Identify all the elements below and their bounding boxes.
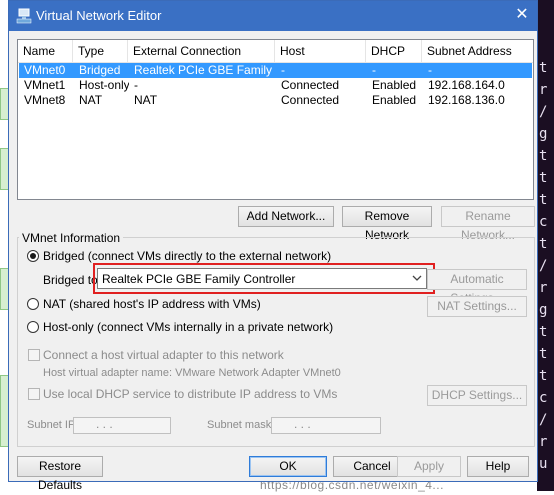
group-title: VMnet Information bbox=[19, 231, 124, 245]
column-header-external-connection[interactable]: External Connection bbox=[128, 40, 275, 62]
background-terminal: t r / g t t t c t / r g t t t c / r u bbox=[537, 0, 554, 491]
background-glyph: t bbox=[539, 170, 548, 186]
background-glyph: r bbox=[539, 434, 548, 450]
column-header-host-connection[interactable]: Host Connection bbox=[275, 40, 366, 80]
cell-host-connection: Connected bbox=[281, 93, 340, 107]
cell-subnet-address: - bbox=[428, 63, 432, 77]
apply-button[interactable]: Apply bbox=[397, 456, 461, 477]
background-glyph: t bbox=[539, 324, 548, 340]
dhcp-settings-button[interactable]: DHCP Settings... bbox=[427, 385, 527, 406]
cell-type: NAT bbox=[79, 93, 103, 107]
remove-network-button[interactable]: Remove Network bbox=[342, 206, 432, 242]
adapter-name-label: Host virtual adapter name: VMware Networ… bbox=[43, 367, 341, 379]
background-glyph: / bbox=[539, 258, 548, 274]
nat-settings-button[interactable]: NAT Settings... bbox=[427, 296, 527, 317]
background-glyph: g bbox=[539, 126, 548, 142]
connect-adapter-label[interactable]: Connect a host virtual adapter to this n… bbox=[43, 348, 284, 362]
table-row[interactable]: VMnet8 NAT NAT Connected Enabled 192.168… bbox=[19, 93, 532, 108]
cell-external-connection: - bbox=[134, 78, 138, 92]
cell-external-connection: Realtek PCIe GBE Family Co... bbox=[134, 63, 276, 77]
cell-name: VMnet1 bbox=[24, 78, 66, 92]
cell-subnet-address: 192.168.136.0 bbox=[428, 93, 505, 107]
cell-name: VMnet8 bbox=[24, 93, 66, 107]
background-glyph: / bbox=[539, 104, 548, 120]
bridged-radio[interactable] bbox=[27, 250, 39, 262]
cell-dhcp: - bbox=[372, 63, 376, 77]
cell-dhcp: Enabled bbox=[372, 78, 417, 92]
automatic-settings-button[interactable]: Automatic Settings... bbox=[427, 269, 527, 305]
background-glyph: r bbox=[539, 280, 548, 296]
cell-type: Host-only bbox=[79, 78, 129, 92]
annotation-highlight-box bbox=[93, 263, 435, 294]
background-glyph: r bbox=[539, 82, 548, 98]
column-header-type[interactable]: Type bbox=[73, 40, 128, 62]
background-glyph: t bbox=[539, 60, 548, 76]
nat-label[interactable]: NAT (shared host's IP address with VMs) bbox=[43, 297, 261, 311]
table-row[interactable]: VMnet0 Bridged Realtek PCIe GBE Family C… bbox=[19, 63, 532, 78]
vmware-network-icon bbox=[16, 8, 32, 24]
list-header: Name Type External Connection Host Conne… bbox=[18, 40, 533, 80]
connect-adapter-checkbox[interactable] bbox=[28, 349, 40, 361]
background-glyph: g bbox=[539, 302, 548, 318]
host-only-label[interactable]: Host-only (connect VMs internally in a p… bbox=[43, 320, 333, 334]
background-glyph: c bbox=[539, 390, 548, 406]
subnet-ip-label: Subnet IP: bbox=[27, 419, 79, 431]
host-only-radio[interactable] bbox=[27, 321, 39, 333]
background-glyph: / bbox=[539, 412, 548, 428]
background-glyph: t bbox=[539, 368, 548, 384]
column-header-dhcp[interactable]: DHCP bbox=[366, 40, 422, 62]
title-bar[interactable]: Virtual Network Editor ✕ bbox=[9, 1, 537, 31]
cell-dhcp: Enabled bbox=[372, 93, 417, 107]
close-icon[interactable]: ✕ bbox=[511, 5, 533, 25]
bridged-label[interactable]: Bridged (connect VMs directly to the ext… bbox=[43, 249, 331, 263]
virtual-network-editor-dialog: Virtual Network Editor ✕ Name Type Exter… bbox=[8, 0, 538, 492]
add-network-button[interactable]: Add Network... bbox=[238, 206, 334, 227]
cell-subnet-address: 192.168.164.0 bbox=[428, 78, 505, 92]
rename-network-button[interactable]: Rename Network... bbox=[441, 206, 535, 242]
cell-external-connection: NAT bbox=[134, 93, 158, 107]
cell-name: VMnet0 bbox=[24, 63, 66, 77]
background-glyph: t bbox=[539, 192, 548, 208]
nat-radio[interactable] bbox=[27, 298, 39, 310]
subnet-mask-label: Subnet mask: bbox=[207, 419, 275, 431]
subnet-ip-field[interactable]: . . . bbox=[73, 417, 171, 434]
help-button[interactable]: Help bbox=[467, 456, 529, 477]
background-glyph: c bbox=[539, 214, 548, 230]
background-glyph: t bbox=[539, 346, 548, 362]
network-list[interactable]: Name Type External Connection Host Conne… bbox=[17, 39, 534, 200]
dhcp-label[interactable]: Use local DHCP service to distribute IP … bbox=[43, 387, 337, 401]
column-header-name[interactable]: Name bbox=[18, 40, 73, 62]
background-glyph: t bbox=[539, 236, 548, 252]
cell-type: Bridged bbox=[79, 63, 121, 77]
ok-button[interactable]: OK bbox=[249, 456, 327, 477]
dhcp-checkbox[interactable] bbox=[28, 388, 40, 400]
restore-defaults-button[interactable]: Restore Defaults bbox=[17, 456, 103, 492]
subnet-mask-field[interactable]: . . . bbox=[271, 417, 381, 434]
window-title: Virtual Network Editor bbox=[36, 8, 162, 23]
background-glyph: t bbox=[539, 148, 548, 164]
column-header-subnet-address[interactable]: Subnet Address bbox=[422, 40, 533, 62]
cell-host-connection: Connected bbox=[281, 78, 340, 92]
background-glyph: u bbox=[539, 456, 548, 472]
cell-host-connection: - bbox=[281, 63, 285, 77]
table-row[interactable]: VMnet1 Host-only - Connected Enabled 192… bbox=[19, 78, 532, 93]
radio-selected-dot bbox=[30, 253, 36, 259]
